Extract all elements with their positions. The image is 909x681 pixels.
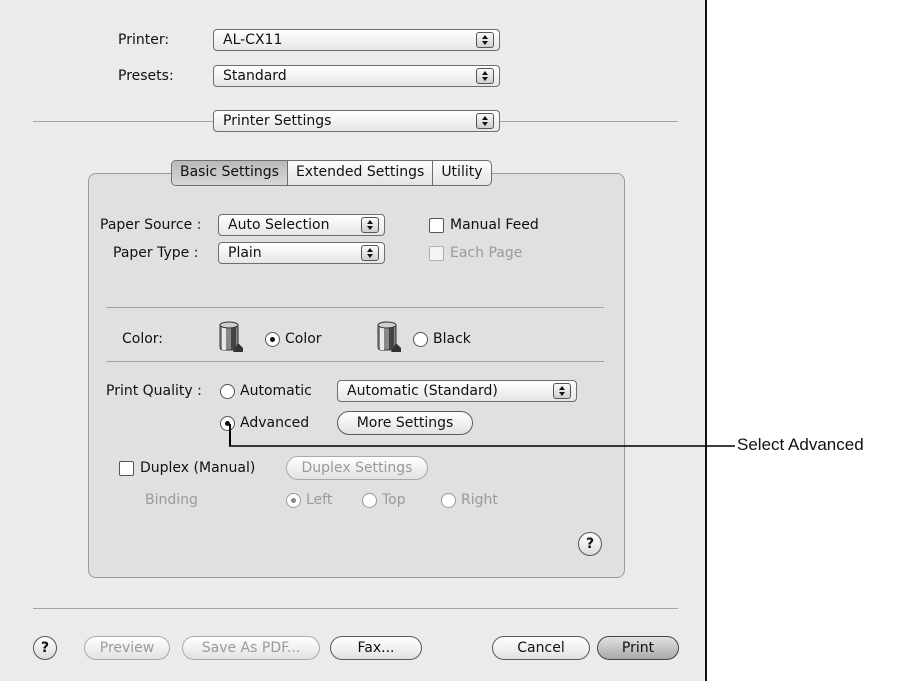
callout-label: Select Advanced: [737, 435, 864, 454]
callout-leader-line: [229, 424, 735, 447]
